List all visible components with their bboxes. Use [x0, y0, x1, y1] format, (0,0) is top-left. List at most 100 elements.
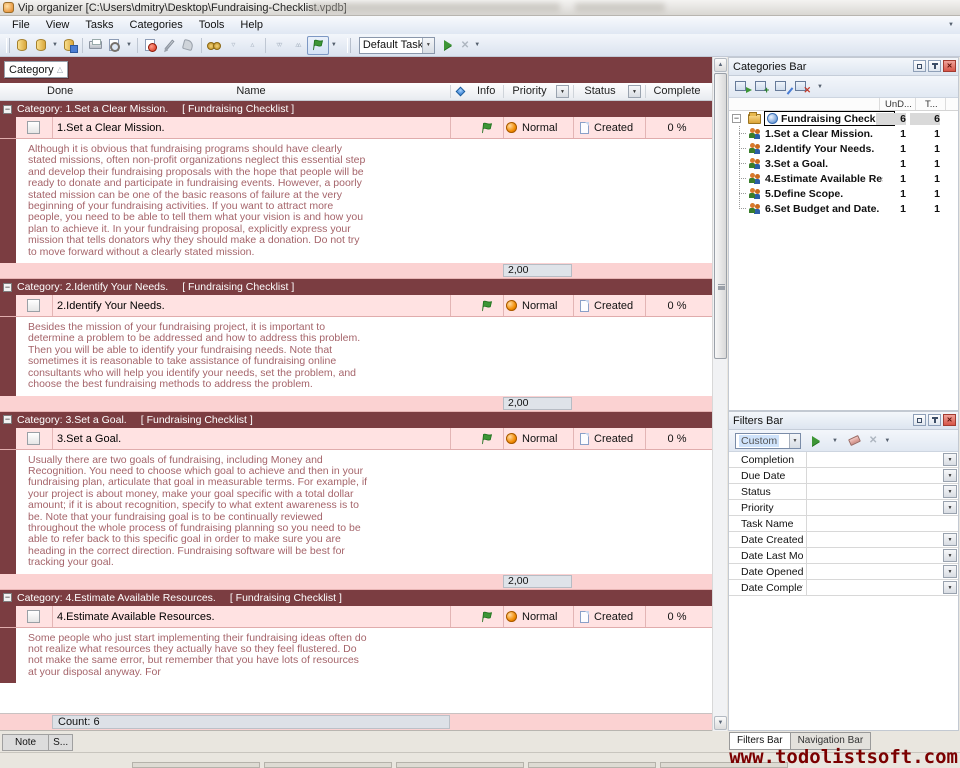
open-dropdown-icon[interactable]: ▼ — [52, 42, 58, 48]
filter-row[interactable]: Priority ▼ — [729, 500, 958, 516]
view-dropdown-icon[interactable]: ▼ — [474, 42, 480, 48]
menu-tasks[interactable]: Tasks — [77, 17, 121, 33]
menu-view[interactable]: View — [38, 17, 78, 33]
collapse-group-icon[interactable]: − — [3, 593, 12, 602]
open-database-icon[interactable] — [31, 37, 50, 54]
print-dropdown-icon[interactable]: ▼ — [126, 42, 132, 48]
filter-value-dropdown-icon[interactable]: ▼ — [943, 501, 957, 514]
collapse-group-icon[interactable]: − — [3, 105, 12, 114]
tree-collapse-icon[interactable]: − — [732, 114, 741, 123]
task-description-text: Although it is obvious that fundraising … — [28, 144, 368, 258]
filter-row[interactable]: Task Name — [729, 516, 958, 532]
show-done-icon[interactable] — [205, 37, 224, 54]
filter-row[interactable]: Date Opened ▼ — [729, 564, 958, 580]
task-view-combobox[interactable]: Default Task V ▼ — [359, 37, 435, 54]
tab-note[interactable]: Note — [2, 734, 49, 751]
category-header-row[interactable]: − Category: 2.Identify Your Needs. [ Fun… — [0, 279, 712, 295]
tree-category-item[interactable]: 3.Set a Goal. 1 1 — [729, 156, 958, 171]
category-header-row[interactable]: − Category: 3.Set a Goal. [ Fundraising … — [0, 412, 712, 428]
tree-category-item[interactable]: 6.Set Budget and Date. 1 1 — [729, 201, 958, 216]
notification-flag-icon[interactable] — [307, 36, 329, 55]
panel-float-icon[interactable] — [913, 414, 926, 426]
menu-tools[interactable]: Tools — [191, 17, 233, 33]
status-filter-dropdown-icon[interactable]: ▼ — [628, 85, 641, 98]
filter-row[interactable]: Date Last Modifie ▼ — [729, 548, 958, 564]
filter-field-label: Task Name — [741, 516, 803, 532]
column-info[interactable]: Info — [477, 85, 495, 97]
done-checkbox[interactable] — [27, 299, 40, 312]
scrollbar-thumb[interactable] — [714, 73, 727, 359]
task-row[interactable]: 4.Estimate Available Resources. Normal C… — [0, 606, 712, 628]
filter-value-dropdown-icon[interactable]: ▼ — [943, 469, 957, 482]
panel-float-icon[interactable] — [913, 60, 926, 72]
done-checkbox[interactable] — [27, 432, 40, 445]
delete-category-icon[interactable]: ✕ — [795, 80, 810, 93]
filter-value-dropdown-icon[interactable]: ▼ — [943, 485, 957, 498]
menu-help[interactable]: Help — [232, 17, 271, 33]
menu-file[interactable]: File — [4, 17, 38, 33]
menu-categories[interactable]: Categories — [122, 17, 191, 33]
group-by-category-button[interactable]: Category △ — [4, 61, 68, 78]
filter-value-dropdown-icon[interactable]: ▼ — [943, 533, 957, 546]
task-row[interactable]: 2.Identify Your Needs. Normal Created 0 … — [0, 295, 712, 317]
tree-category-item[interactable]: 5.Define Scope. 1 1 — [729, 186, 958, 201]
filter-row[interactable]: Date Created ▼ — [729, 532, 958, 548]
apply-filter-icon[interactable] — [806, 432, 825, 449]
divider — [806, 580, 807, 595]
column-undone[interactable]: UnD... — [885, 99, 912, 110]
new-task-icon[interactable] — [141, 37, 160, 54]
filter-preset-combobox[interactable]: Custom ▼ — [735, 433, 801, 449]
column-priority[interactable]: Priority — [503, 85, 556, 97]
combo-dropdown-icon[interactable]: ▼ — [789, 434, 800, 448]
column-total[interactable]: T... — [925, 99, 938, 110]
grid-vertical-scrollbar[interactable]: ▲ ▼ — [712, 57, 727, 731]
filter-value-dropdown-icon[interactable]: ▼ — [943, 565, 957, 578]
panel-close-icon[interactable]: ✕ — [943, 60, 956, 72]
scroll-down-icon[interactable]: ▼ — [714, 716, 727, 730]
tree-root-row[interactable]: − Fundraising Checklist 6 6 — [729, 111, 958, 126]
task-row[interactable]: 3.Set a Goal. Normal Created 0 % — [0, 428, 712, 450]
edit-category-icon[interactable] — [775, 80, 790, 93]
panel-pin-icon[interactable] — [928, 60, 941, 72]
print-icon[interactable] — [86, 37, 105, 54]
new-database-icon[interactable] — [12, 37, 31, 54]
panel-close-icon[interactable]: ✕ — [943, 414, 956, 426]
filter-row[interactable]: Due Date ▼ — [729, 468, 958, 484]
panel-pin-icon[interactable] — [928, 414, 941, 426]
apply-view-icon[interactable] — [439, 37, 458, 54]
new-checklist-icon[interactable] — [735, 80, 750, 93]
collapse-group-icon[interactable]: − — [3, 283, 12, 292]
toolbar-overflow-icon[interactable]: ▼ — [948, 22, 954, 28]
tree-category-item[interactable]: 1.Set a Clear Mission. 1 1 — [729, 126, 958, 141]
priority-filter-dropdown-icon[interactable]: ▼ — [556, 85, 569, 98]
tree-category-item[interactable]: 4.Estimate Available Resource 1 1 — [729, 171, 958, 186]
filter-row[interactable]: Date Completed ▼ — [729, 580, 958, 596]
filter-value-dropdown-icon[interactable]: ▼ — [943, 453, 957, 466]
tree-category-item[interactable]: 2.Identify Your Needs. 1 1 — [729, 141, 958, 156]
filter-value-dropdown-icon[interactable]: ▼ — [943, 581, 957, 594]
task-row[interactable]: 1.Set a Clear Mission. Normal Created 0 … — [0, 117, 712, 139]
filter-value-dropdown-icon[interactable]: ▼ — [943, 549, 957, 562]
category-label: 5.Define Scope. — [765, 188, 843, 200]
scroll-up-icon[interactable]: ▲ — [714, 58, 727, 72]
apply-filter-dropdown-icon[interactable]: ▼ — [832, 438, 838, 444]
filter-row[interactable]: Completion ▼ — [729, 452, 958, 468]
tab-subtasks[interactable]: S... — [48, 734, 73, 751]
column-name[interactable]: Name — [52, 85, 450, 97]
done-checkbox[interactable] — [27, 610, 40, 623]
clear-filter-icon[interactable] — [845, 432, 864, 449]
filter-row[interactable]: Status ▼ — [729, 484, 958, 500]
filters-toolbar-dropdown-icon[interactable]: ▼ — [884, 438, 890, 444]
save-database-icon[interactable] — [60, 37, 79, 54]
categories-toolbar-dropdown-icon[interactable]: ▼ — [817, 84, 823, 90]
combo-dropdown-icon[interactable]: ▼ — [422, 38, 434, 53]
column-status[interactable]: Status — [573, 85, 627, 97]
done-checkbox[interactable] — [27, 121, 40, 134]
column-complete[interactable]: Complete — [645, 85, 709, 97]
print-preview-icon[interactable] — [105, 37, 124, 54]
add-category-icon[interactable]: + — [755, 80, 770, 93]
category-header-row[interactable]: − Category: 4.Estimate Available Resourc… — [0, 590, 712, 606]
collapse-group-icon[interactable]: − — [3, 415, 12, 424]
flag-dropdown-icon[interactable]: ▼ — [331, 42, 337, 48]
category-header-row[interactable]: − Category: 1.Set a Clear Mission. [ Fun… — [0, 101, 712, 117]
